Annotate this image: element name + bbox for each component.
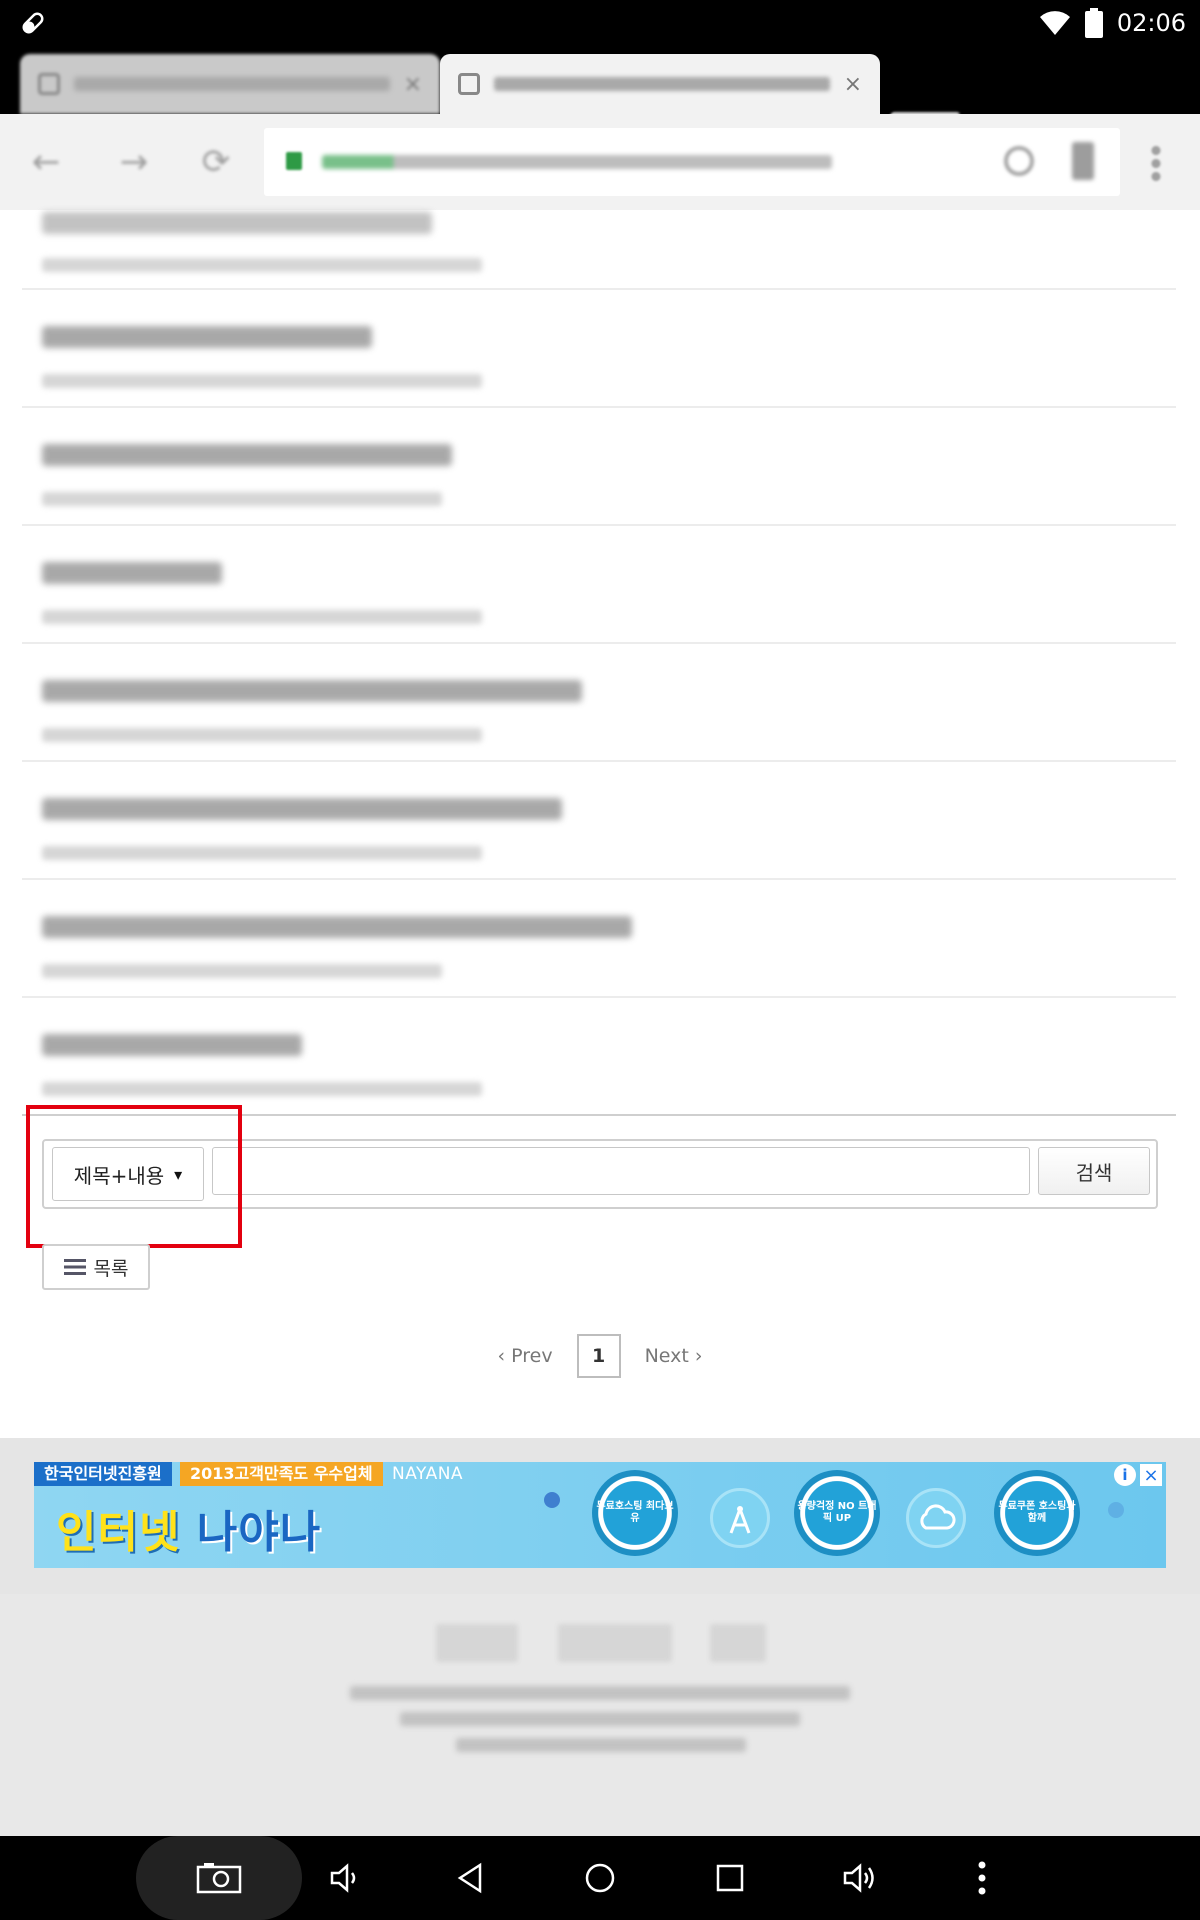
ad-info-icon[interactable]: i <box>1114 1464 1136 1486</box>
search-button[interactable]: 검색 <box>1038 1147 1150 1195</box>
post-title <box>42 916 632 938</box>
ad-label-org: 한국인터넷진흥원 <box>34 1462 172 1486</box>
list-item[interactable] <box>22 210 1176 290</box>
footer-link[interactable] <box>436 1624 518 1662</box>
browser-toolbar: ← → ⟳ <box>0 114 1200 210</box>
ad-brand-small: NAYANA <box>392 1464 464 1484</box>
list-item[interactable] <box>22 762 1176 880</box>
list-button-label: 목록 <box>93 1257 129 1280</box>
tab-favicon <box>38 73 60 95</box>
post-title <box>42 1034 302 1056</box>
ad-headline-part1: 인터넷 <box>56 1507 197 1558</box>
screenshot-icon[interactable] <box>195 1854 243 1902</box>
ad-dot <box>544 1492 560 1508</box>
footer-text <box>456 1738 746 1752</box>
list-item[interactable] <box>22 526 1176 644</box>
download-icon[interactable] <box>1072 142 1094 180</box>
address-bar[interactable] <box>264 128 1120 196</box>
back-arrow-icon[interactable]: ← <box>22 138 70 186</box>
reload-icon[interactable]: ⟳ <box>192 138 240 186</box>
browser-tab-active[interactable]: × <box>440 54 880 114</box>
wifi-icon <box>1039 11 1070 35</box>
next-page-link[interactable]: Next › <box>645 1345 703 1367</box>
footer <box>0 1594 1200 1836</box>
post-meta <box>42 846 482 860</box>
post-title <box>42 212 432 234</box>
browser-tab-inactive[interactable]: × <box>20 54 440 114</box>
post-meta <box>42 258 482 272</box>
post-title <box>42 444 452 466</box>
link-icon <box>22 12 44 34</box>
footer-link[interactable] <box>710 1624 766 1662</box>
post-meta <box>42 610 482 624</box>
pagination: ‹ Prev 1 Next › <box>0 1334 1200 1378</box>
post-meta <box>42 374 482 388</box>
post-title <box>42 798 562 820</box>
prev-page-link[interactable]: ‹ Prev <box>498 1345 553 1367</box>
post-list <box>22 210 1176 1116</box>
tab-favicon <box>458 73 480 95</box>
tab-close-icon[interactable]: × <box>404 72 422 97</box>
system-nav-bar <box>0 1836 1200 1920</box>
post-meta <box>42 1082 482 1096</box>
home-icon[interactable] <box>576 1854 624 1902</box>
ad-close-icon[interactable]: × <box>1140 1464 1162 1486</box>
post-meta <box>42 492 442 506</box>
menu-lines-icon <box>63 1259 86 1275</box>
back-icon[interactable] <box>446 1854 494 1902</box>
browser-tab-strip: × × <box>0 46 1200 146</box>
ad-feature-circle: 무료호스팅 최다보유 <box>592 1470 678 1556</box>
ad-zone: 한국인터넷진흥원 2013고객만족도 우수업체 NAYANA 인터넷 나야나 무… <box>0 1438 1200 1594</box>
page-number-current[interactable]: 1 <box>576 1334 621 1378</box>
ad-banner[interactable]: 한국인터넷진흥원 2013고객만족도 우수업체 NAYANA 인터넷 나야나 무… <box>34 1462 1166 1568</box>
recents-icon[interactable] <box>706 1854 754 1902</box>
post-meta <box>42 728 482 742</box>
list-item[interactable] <box>22 290 1176 408</box>
post-meta <box>42 964 442 978</box>
bookmark-icon[interactable] <box>1004 146 1034 176</box>
footer-text <box>350 1686 850 1700</box>
post-title <box>42 680 582 702</box>
footer-link[interactable] <box>558 1624 672 1662</box>
ad-dot <box>1108 1502 1124 1518</box>
search-input[interactable] <box>212 1147 1030 1195</box>
ad-headline-part2: 나야나 <box>196 1507 322 1558</box>
antenna-icon <box>710 1488 770 1548</box>
cloud-icon <box>906 1488 966 1548</box>
ad-headline: 인터넷 나야나 <box>56 1496 321 1560</box>
forward-arrow-icon[interactable]: → <box>110 138 158 186</box>
list-item[interactable] <box>22 998 1176 1116</box>
lock-icon <box>286 152 302 170</box>
ad-feature-circle: 용량걱정 NO 트래픽 UP <box>794 1470 880 1556</box>
list-button[interactable]: 목록 <box>42 1244 150 1290</box>
highlight-box <box>26 1105 242 1248</box>
more-vert-icon[interactable] <box>958 1854 1006 1902</box>
tab-close-icon[interactable]: × <box>844 72 862 97</box>
post-title <box>42 326 372 348</box>
footer-text <box>400 1712 800 1726</box>
battery-icon <box>1084 8 1103 38</box>
tab-title <box>74 77 390 91</box>
post-title <box>42 562 222 584</box>
tab-title <box>494 77 830 91</box>
volume-down-icon[interactable] <box>320 1854 368 1902</box>
ad-label-award: 2013고객만족도 우수업체 <box>180 1462 383 1486</box>
list-item[interactable] <box>22 408 1176 526</box>
status-bar: 02:06 <box>0 0 1200 46</box>
ad-feature-circle: 무료쿠폰 호스팅과 함께 <box>994 1470 1080 1556</box>
clock: 02:06 <box>1116 9 1186 37</box>
url-text <box>322 155 832 169</box>
list-item[interactable] <box>22 644 1176 762</box>
volume-up-icon[interactable] <box>836 1854 884 1902</box>
list-item[interactable] <box>22 880 1176 998</box>
browser-menu-icon[interactable] <box>1150 144 1162 184</box>
